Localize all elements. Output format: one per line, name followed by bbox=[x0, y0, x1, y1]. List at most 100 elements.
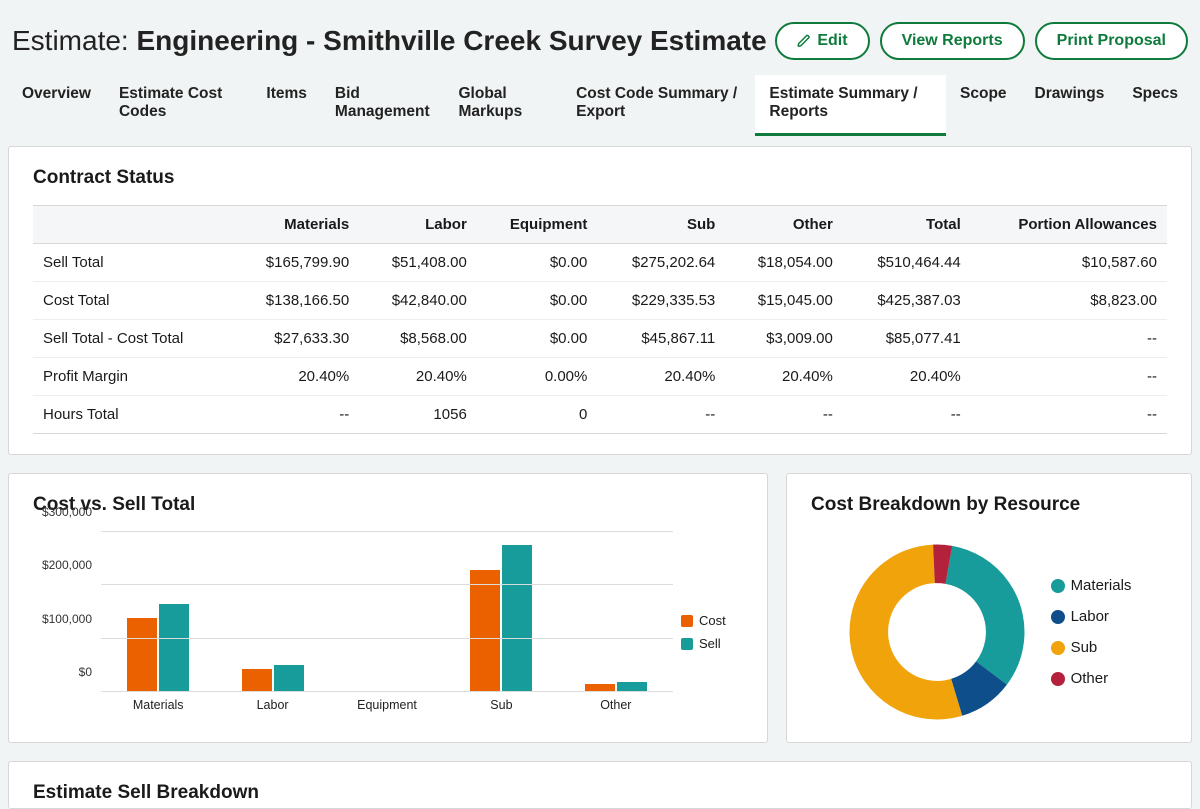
cell: 0.00% bbox=[477, 358, 598, 396]
title-prefix: Estimate: bbox=[12, 25, 136, 56]
donut-legend-labor: Labor bbox=[1051, 608, 1132, 625]
cell: -- bbox=[971, 396, 1167, 434]
col-materials: Materials bbox=[231, 206, 359, 244]
col-other: Other bbox=[725, 206, 843, 244]
cell: $0.00 bbox=[477, 320, 598, 358]
tab-items[interactable]: Items bbox=[252, 75, 321, 136]
donut-legend-materials: Materials bbox=[1051, 577, 1132, 594]
cell: 20.40% bbox=[359, 358, 477, 396]
row-label: Hours Total bbox=[33, 396, 231, 434]
x-label: Sub bbox=[444, 698, 558, 712]
row-label: Sell Total bbox=[33, 244, 231, 282]
legend-cost: Cost bbox=[681, 613, 743, 628]
cell: 20.40% bbox=[843, 358, 971, 396]
tab-estimate-summary[interactable]: Estimate Summary / Reports bbox=[755, 75, 946, 136]
row-label: Sell Total - Cost Total bbox=[33, 320, 231, 358]
cell: $0.00 bbox=[477, 244, 598, 282]
cell: $15,045.00 bbox=[725, 282, 843, 320]
legend-label-sell: Sell bbox=[699, 636, 721, 651]
cell: 0 bbox=[477, 396, 598, 434]
col-blank bbox=[33, 206, 231, 244]
contract-status-table: Materials Labor Equipment Sub Other Tota… bbox=[33, 205, 1167, 434]
cell: -- bbox=[843, 396, 971, 434]
cell: -- bbox=[725, 396, 843, 434]
cell: $3,009.00 bbox=[725, 320, 843, 358]
charts-row: Cost vs. Sell Total $0$100,000$200,000$3… bbox=[8, 473, 1192, 743]
row-label: Profit Margin bbox=[33, 358, 231, 396]
tab-estimate-cost-codes[interactable]: Estimate Cost Codes bbox=[105, 75, 252, 136]
tab-overview[interactable]: Overview bbox=[8, 75, 105, 136]
bar-sell bbox=[502, 545, 532, 692]
cell: -- bbox=[597, 396, 725, 434]
bar-legend: Cost Sell bbox=[673, 532, 743, 732]
donut-label-sub: Sub bbox=[1071, 639, 1098, 656]
x-labels: MaterialsLaborEquipmentSubOther bbox=[101, 698, 673, 712]
cell: $8,568.00 bbox=[359, 320, 477, 358]
contract-status-title: Contract Status bbox=[33, 167, 1167, 189]
cell: $138,166.50 bbox=[231, 282, 359, 320]
gridline bbox=[101, 691, 673, 692]
y-tick: $100,000 bbox=[42, 612, 92, 626]
table-row: Cost Total$138,166.50$42,840.00$0.00$229… bbox=[33, 282, 1167, 320]
cell: $51,408.00 bbox=[359, 244, 477, 282]
contract-status-card: Contract Status Materials Labor Equipmen… bbox=[8, 146, 1192, 455]
cell: 1056 bbox=[359, 396, 477, 434]
table-header-row: Materials Labor Equipment Sub Other Tota… bbox=[33, 206, 1167, 244]
cell: -- bbox=[971, 320, 1167, 358]
tabs-bar: Overview Estimate Cost Codes Items Bid M… bbox=[0, 75, 1200, 136]
cell: $42,840.00 bbox=[359, 282, 477, 320]
table-row: Sell Total - Cost Total$27,633.30$8,568.… bbox=[33, 320, 1167, 358]
x-label: Other bbox=[559, 698, 673, 712]
donut-label-materials: Materials bbox=[1071, 577, 1132, 594]
col-total: Total bbox=[843, 206, 971, 244]
cell: 20.40% bbox=[725, 358, 843, 396]
bar-sell bbox=[274, 665, 304, 692]
pencil-icon bbox=[797, 34, 811, 48]
bar-cost bbox=[242, 669, 272, 692]
tab-scope[interactable]: Scope bbox=[946, 75, 1021, 136]
row-label: Cost Total bbox=[33, 282, 231, 320]
donut-swatch-sub bbox=[1051, 641, 1065, 655]
cost-vs-sell-title: Cost vs. Sell Total bbox=[33, 494, 743, 516]
cost-breakdown-title: Cost Breakdown by Resource bbox=[811, 494, 1167, 516]
gridline bbox=[101, 638, 673, 639]
view-reports-label: View Reports bbox=[902, 32, 1003, 50]
bar-chart: $0$100,000$200,000$300,000 MaterialsLabo… bbox=[33, 532, 673, 712]
y-axis: $0$100,000$200,000$300,000 bbox=[33, 532, 98, 692]
cell: $85,077.41 bbox=[843, 320, 971, 358]
cell: $10,587.60 bbox=[971, 244, 1167, 282]
donut-swatch-other bbox=[1051, 672, 1065, 686]
tab-bid-management[interactable]: Bid Management bbox=[321, 75, 445, 136]
y-tick: $200,000 bbox=[42, 558, 92, 572]
cell: $275,202.64 bbox=[597, 244, 725, 282]
title-name: Engineering - Smithville Creek Survey Es… bbox=[136, 25, 766, 56]
estimate-sell-breakdown-title: Estimate Sell Breakdown bbox=[33, 782, 1167, 804]
page-title: Estimate: Engineering - Smithville Creek… bbox=[12, 25, 767, 57]
donut-legend: Materials Labor Sub Other bbox=[1051, 577, 1132, 687]
bar-plot bbox=[101, 532, 673, 692]
x-label: Equipment bbox=[330, 698, 444, 712]
edit-button[interactable]: Edit bbox=[775, 22, 869, 60]
header-buttons: Edit View Reports Print Proposal bbox=[775, 22, 1188, 60]
donut-swatch-materials bbox=[1051, 579, 1065, 593]
bar-chart-wrap: $0$100,000$200,000$300,000 MaterialsLabo… bbox=[33, 532, 743, 732]
tab-global-markups[interactable]: Global Markups bbox=[445, 75, 563, 136]
bar-group bbox=[444, 545, 558, 692]
donut-wrap: Materials Labor Sub Other bbox=[811, 532, 1167, 732]
donut-chart bbox=[847, 542, 1027, 722]
donut-swatch-labor bbox=[1051, 610, 1065, 624]
tab-cost-code-summary[interactable]: Cost Code Summary / Export bbox=[562, 75, 755, 136]
tab-specs[interactable]: Specs bbox=[1118, 75, 1192, 136]
cost-breakdown-card: Cost Breakdown by Resource Materials Lab… bbox=[786, 473, 1192, 743]
cell: -- bbox=[231, 396, 359, 434]
cell: $229,335.53 bbox=[597, 282, 725, 320]
print-proposal-button[interactable]: Print Proposal bbox=[1035, 22, 1188, 60]
estimate-sell-breakdown-card: Estimate Sell Breakdown bbox=[8, 761, 1192, 809]
cell: $18,054.00 bbox=[725, 244, 843, 282]
gridline bbox=[101, 584, 673, 585]
view-reports-button[interactable]: View Reports bbox=[880, 22, 1025, 60]
tab-drawings[interactable]: Drawings bbox=[1021, 75, 1119, 136]
cell: $45,867.11 bbox=[597, 320, 725, 358]
cell: -- bbox=[971, 358, 1167, 396]
donut-legend-other: Other bbox=[1051, 670, 1132, 687]
